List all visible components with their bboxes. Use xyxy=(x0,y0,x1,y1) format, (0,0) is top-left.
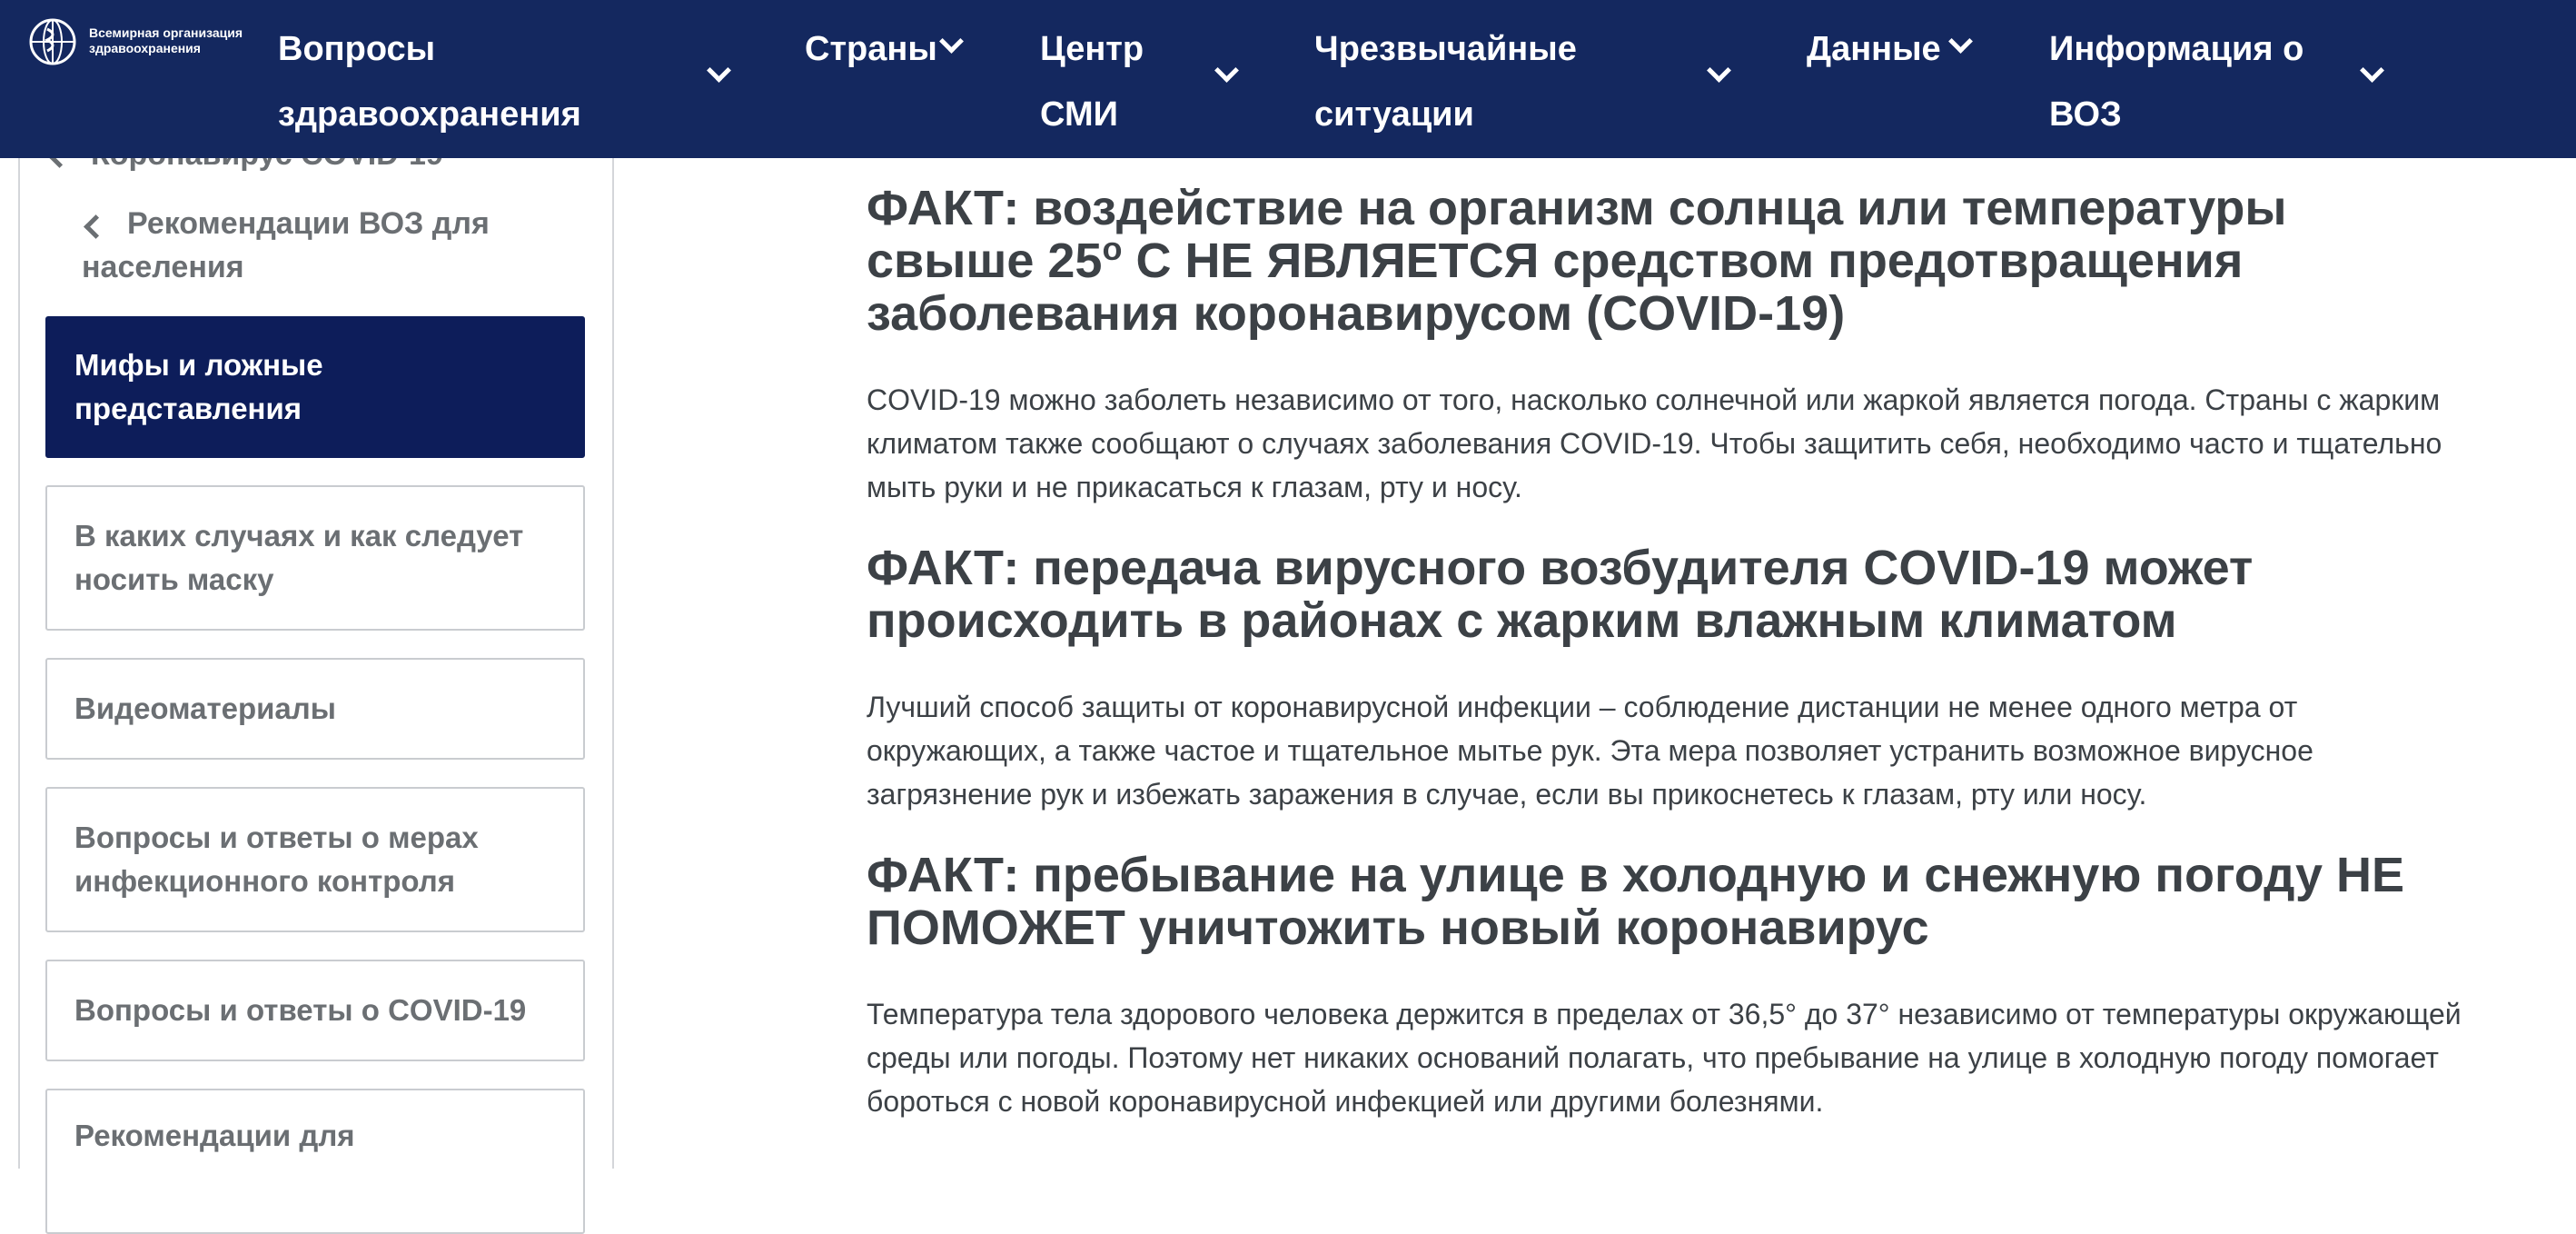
nav-data-label: Данные xyxy=(1807,30,1941,68)
nav-data[interactable]: Данные xyxy=(1807,16,1977,82)
chevron-down-icon xyxy=(1707,58,1731,83)
sidebar-item-label: Вопросы и ответы о COVID-19 xyxy=(74,993,527,1027)
fact-3-heading: ФАКТ: пребывание на улице в холодную и с… xyxy=(867,848,2405,955)
sidebar-item-myths[interactable]: Мифы и ложные представления xyxy=(45,316,585,458)
nav-health-topics[interactable]: Вопросы здравоохранения xyxy=(278,16,732,147)
top-navigation-bar: Всемирная организация здравоохранения Во… xyxy=(0,0,2576,158)
fact-1-heading: ФАКТ: воздействие на организм солнца или… xyxy=(867,182,2429,340)
who-logo-text: Всемирная организация здравоохранения xyxy=(89,25,243,55)
fact-1-heading-superscript: о xyxy=(1102,230,1123,267)
nav-emergencies-label: Чрезвычайные ситуации xyxy=(1314,30,1577,134)
sidebar-item-label: Мифы и ложные представления xyxy=(74,348,323,425)
who-logo[interactable]: Всемирная организация здравоохранения xyxy=(27,16,243,67)
breadcrumb-recommendations-label: Рекомендации ВОЗ для населения xyxy=(82,206,490,284)
fact-2-heading: ФАКТ: передача вирусного возбудителя COV… xyxy=(867,541,2254,648)
sidebar-item-infection-control-qa[interactable]: Вопросы и ответы о мерах инфекционного к… xyxy=(45,787,585,932)
fact-2-text: Лучший способ защиты от коронавирусной и… xyxy=(867,691,2313,811)
sidebar-item-videos[interactable]: Видеоматериалы xyxy=(45,658,585,760)
sidebar-item-label: В каких случаях и как следует носить мас… xyxy=(74,519,524,596)
sidebar-item-covid-qa[interactable]: Вопросы и ответы о COVID-19 xyxy=(45,960,585,1061)
nav-health-topics-label: Вопросы здравоохранения xyxy=(278,30,581,134)
fact-1-text: COVID-19 можно заболеть независимо от то… xyxy=(867,383,2442,503)
chevron-down-icon xyxy=(1214,58,1239,83)
fact-3-text: Температура тела здорового человека держ… xyxy=(867,998,2462,1118)
nav-emergencies[interactable]: Чрезвычайные ситуации xyxy=(1314,16,1732,147)
nav-about-who-label: Информация о ВОЗ xyxy=(2049,30,2304,134)
main-content: ФАКТ: воздействие на организм солнца или… xyxy=(867,182,2538,1123)
chevron-down-icon xyxy=(2360,58,2384,83)
who-emblem-icon xyxy=(29,18,76,65)
sidebar-item-label: Рекомендации для xyxy=(74,1119,355,1152)
nav-countries[interactable]: Страны xyxy=(805,16,974,82)
nav-about-who[interactable]: Информация о ВОЗ xyxy=(2049,16,2385,147)
chevron-down-icon xyxy=(707,58,731,83)
sidebar-item-masks[interactable]: В каких случаях и как следует носить мас… xyxy=(45,485,585,631)
sidebar-item-recommendations-for[interactable]: Рекомендации для xyxy=(45,1089,585,1234)
sidebar-item-label: Вопросы и ответы о мерах инфекционного к… xyxy=(74,821,479,898)
nav-media-centre-label: Центр СМИ xyxy=(1040,30,1144,134)
breadcrumb-recommendations-link[interactable]: Рекомендации ВОЗ для населения xyxy=(82,202,554,289)
nav-media-centre[interactable]: Центр СМИ xyxy=(1040,16,1245,147)
sidebar-item-label: Видеоматериалы xyxy=(74,692,336,725)
